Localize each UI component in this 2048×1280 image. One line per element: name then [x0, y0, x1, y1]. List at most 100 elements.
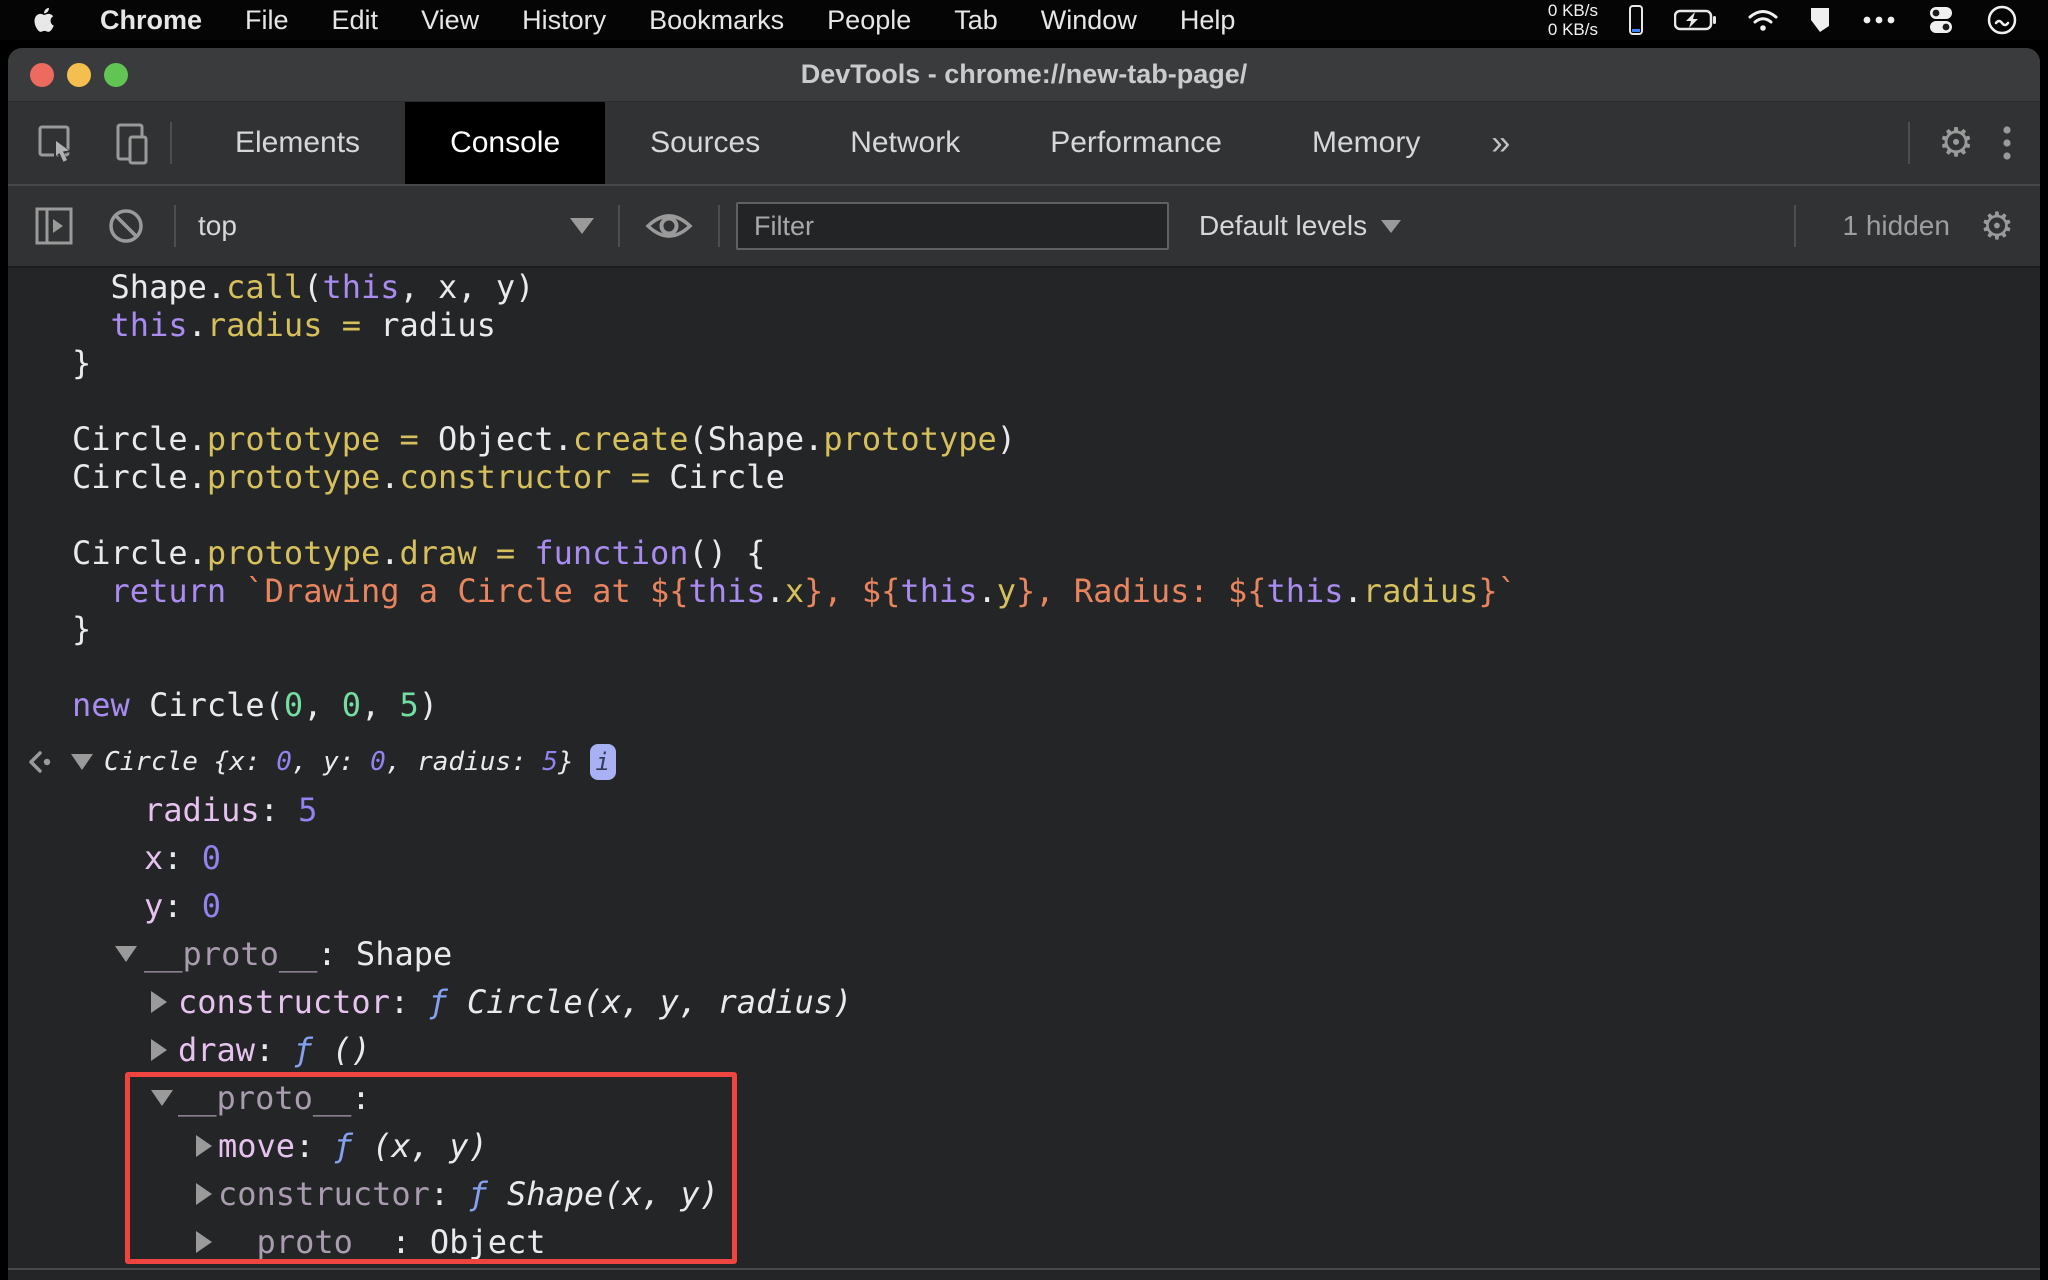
- device-toolbar-button[interactable]: [112, 121, 152, 165]
- console-sidebar-button[interactable]: [34, 206, 74, 246]
- network-speed-indicator[interactable]: 0 KB/s 0 KB/s: [1548, 1, 1598, 39]
- disclosure-triangle-icon[interactable]: [115, 946, 137, 962]
- devtools-tabbar: Elements Console Sources Network Performance…: [8, 102, 2040, 184]
- tab-network[interactable]: Network: [805, 102, 1005, 184]
- chevron-down-icon: [570, 218, 594, 234]
- disclosure-triangle-icon[interactable]: [151, 991, 167, 1013]
- object-property-text: y: 0: [144, 887, 222, 925]
- object-property-row[interactable]: move: ƒ (x, y): [8, 1122, 2040, 1170]
- object-property-row[interactable]: constructor: ƒ Circle(x, y, radius): [8, 978, 2040, 1026]
- object-property-row[interactable]: __proto__: Shape: [8, 930, 2040, 978]
- object-property-text: move: ƒ (x, y): [218, 1127, 488, 1165]
- more-tabs-button[interactable]: »: [1465, 102, 1536, 184]
- shield-icon[interactable]: [1808, 6, 1832, 34]
- log-levels-label: Default levels: [1199, 210, 1368, 241]
- eye-icon: [645, 214, 693, 238]
- object-property-text: x: 0: [144, 839, 222, 877]
- disclosure-triangle-icon[interactable]: [151, 1090, 173, 1106]
- object-property-text: __proto__:: [178, 1079, 371, 1117]
- return-value-icon: [29, 751, 51, 773]
- wifi-icon[interactable]: [1748, 8, 1778, 32]
- menu-item-edit[interactable]: Edit: [332, 5, 379, 36]
- disclosure-triangle-icon[interactable]: [71, 754, 93, 770]
- console-messages-area: Shape.call(this, x, y) this.radius = rad…: [8, 268, 2040, 1280]
- divider: [1908, 122, 1911, 164]
- minimize-button[interactable]: [67, 62, 91, 87]
- object-property-row[interactable]: __proto__: Object: [8, 1218, 2040, 1266]
- object-property-text: __proto__: Object: [218, 1223, 546, 1261]
- apple-menu[interactable]: [30, 5, 56, 35]
- object-property-text: draw: ƒ (): [178, 1031, 371, 1069]
- apple-icon: [34, 7, 54, 32]
- disclosure-triangle-icon[interactable]: [196, 1183, 212, 1205]
- context-selector[interactable]: top: [198, 210, 594, 242]
- menu-item-people[interactable]: People: [827, 5, 911, 36]
- divider: [718, 205, 720, 247]
- object-property-text: constructor: ƒ Circle(x, y, radius): [178, 983, 853, 1021]
- menu-item-window[interactable]: Window: [1041, 5, 1137, 36]
- zoom-button[interactable]: [104, 62, 128, 87]
- window-title: DevTools - chrome://new-tab-page/: [800, 59, 1248, 89]
- settings-gear-icon[interactable]: ⚙: [1938, 123, 1974, 163]
- tab-strip: Elements Console Sources Network Performance…: [190, 102, 1465, 184]
- object-preview-row[interactable]: Circle {x: 0, y: 0, radius: 5} i: [8, 738, 2040, 786]
- console-sidebar-icon: [35, 207, 73, 245]
- disclosure-triangle-icon[interactable]: [151, 1039, 167, 1061]
- clear-console-icon: [109, 209, 143, 243]
- device-toolbar-icon: [116, 123, 148, 165]
- inspect-element-button[interactable]: [36, 121, 78, 165]
- object-property-row[interactable]: radius: 5: [8, 786, 2040, 834]
- control-center-icon[interactable]: [1926, 5, 1956, 35]
- console-settings-gear-icon[interactable]: ⚙: [1980, 207, 2014, 245]
- tab-elements[interactable]: Elements: [190, 102, 405, 184]
- more-dots-icon[interactable]: [1862, 15, 1896, 25]
- object-property-row[interactable]: draw: ƒ (): [8, 1026, 2040, 1074]
- menu-item-bookmarks[interactable]: Bookmarks: [649, 5, 784, 36]
- info-badge[interactable]: i: [589, 744, 616, 780]
- battery-charging-icon[interactable]: [1674, 9, 1718, 31]
- log-levels-dropdown[interactable]: Default levels: [1199, 210, 1402, 242]
- object-property-row[interactable]: x: 0: [8, 834, 2040, 882]
- traffic-lights: [30, 48, 128, 101]
- device-battery-icon[interactable]: [1628, 4, 1644, 36]
- tab-sources[interactable]: Sources: [605, 102, 805, 184]
- devtools-window: DevTools - chrome://new-tab-page/ Elemen…: [8, 48, 2040, 1280]
- divider: [174, 205, 176, 247]
- menu-item-view[interactable]: View: [421, 5, 479, 36]
- menu-item-chrome[interactable]: Chrome: [100, 5, 202, 36]
- kebab-menu-icon[interactable]: [2002, 124, 2012, 162]
- console-toolbar: top Default levels 1 hidden ⚙: [8, 184, 2040, 268]
- menu-items: Chrome File Edit View History Bookmarks People…: [100, 5, 1278, 36]
- object-property-row[interactable]: __proto__:: [8, 1074, 2040, 1122]
- window-titlebar[interactable]: DevTools - chrome://new-tab-page/: [8, 48, 2040, 102]
- console-source-code: Shape.call(this, x, y) this.radius = rad…: [72, 268, 1517, 724]
- divider: [1794, 205, 1797, 247]
- inspect-cursor-icon: [38, 125, 72, 165]
- filter-input[interactable]: [736, 202, 1169, 250]
- chevron-down-icon: [1381, 219, 1402, 233]
- disclosure-triangle-icon[interactable]: [196, 1231, 212, 1253]
- object-property-text: __proto__: Shape: [144, 935, 453, 973]
- clear-console-button[interactable]: [106, 206, 146, 246]
- tab-memory[interactable]: Memory: [1267, 102, 1465, 184]
- object-property-text: radius: 5: [144, 791, 318, 829]
- menubar-status-area: 0 KB/s 0 KB/s: [1548, 1, 2018, 39]
- context-selector-value: top: [198, 210, 237, 241]
- macos-menubar: Chrome File Edit View History Bookmarks People…: [0, 0, 2048, 40]
- prompt-divider: [8, 1268, 2040, 1270]
- menu-item-history[interactable]: History: [522, 5, 606, 36]
- object-property-row[interactable]: constructor: ƒ Shape(x, y): [8, 1170, 2040, 1218]
- menu-item-help[interactable]: Help: [1180, 5, 1236, 36]
- tab-performance[interactable]: Performance: [1005, 102, 1267, 184]
- console-eval-result: Circle {x: 0, y: 0, radius: 5} i radius: …: [8, 738, 2040, 1266]
- eye-button[interactable]: [644, 208, 694, 244]
- close-button[interactable]: [30, 62, 54, 87]
- menu-item-file[interactable]: File: [245, 5, 289, 36]
- object-property-row[interactable]: y: 0: [8, 882, 2040, 930]
- divider: [618, 205, 620, 247]
- tab-console[interactable]: Console: [405, 102, 606, 184]
- hidden-messages-count[interactable]: 1 hidden: [1842, 210, 1949, 242]
- disclosure-triangle-icon[interactable]: [196, 1135, 212, 1157]
- clock-icon[interactable]: [1986, 4, 2018, 36]
- menu-item-tab[interactable]: Tab: [954, 5, 998, 36]
